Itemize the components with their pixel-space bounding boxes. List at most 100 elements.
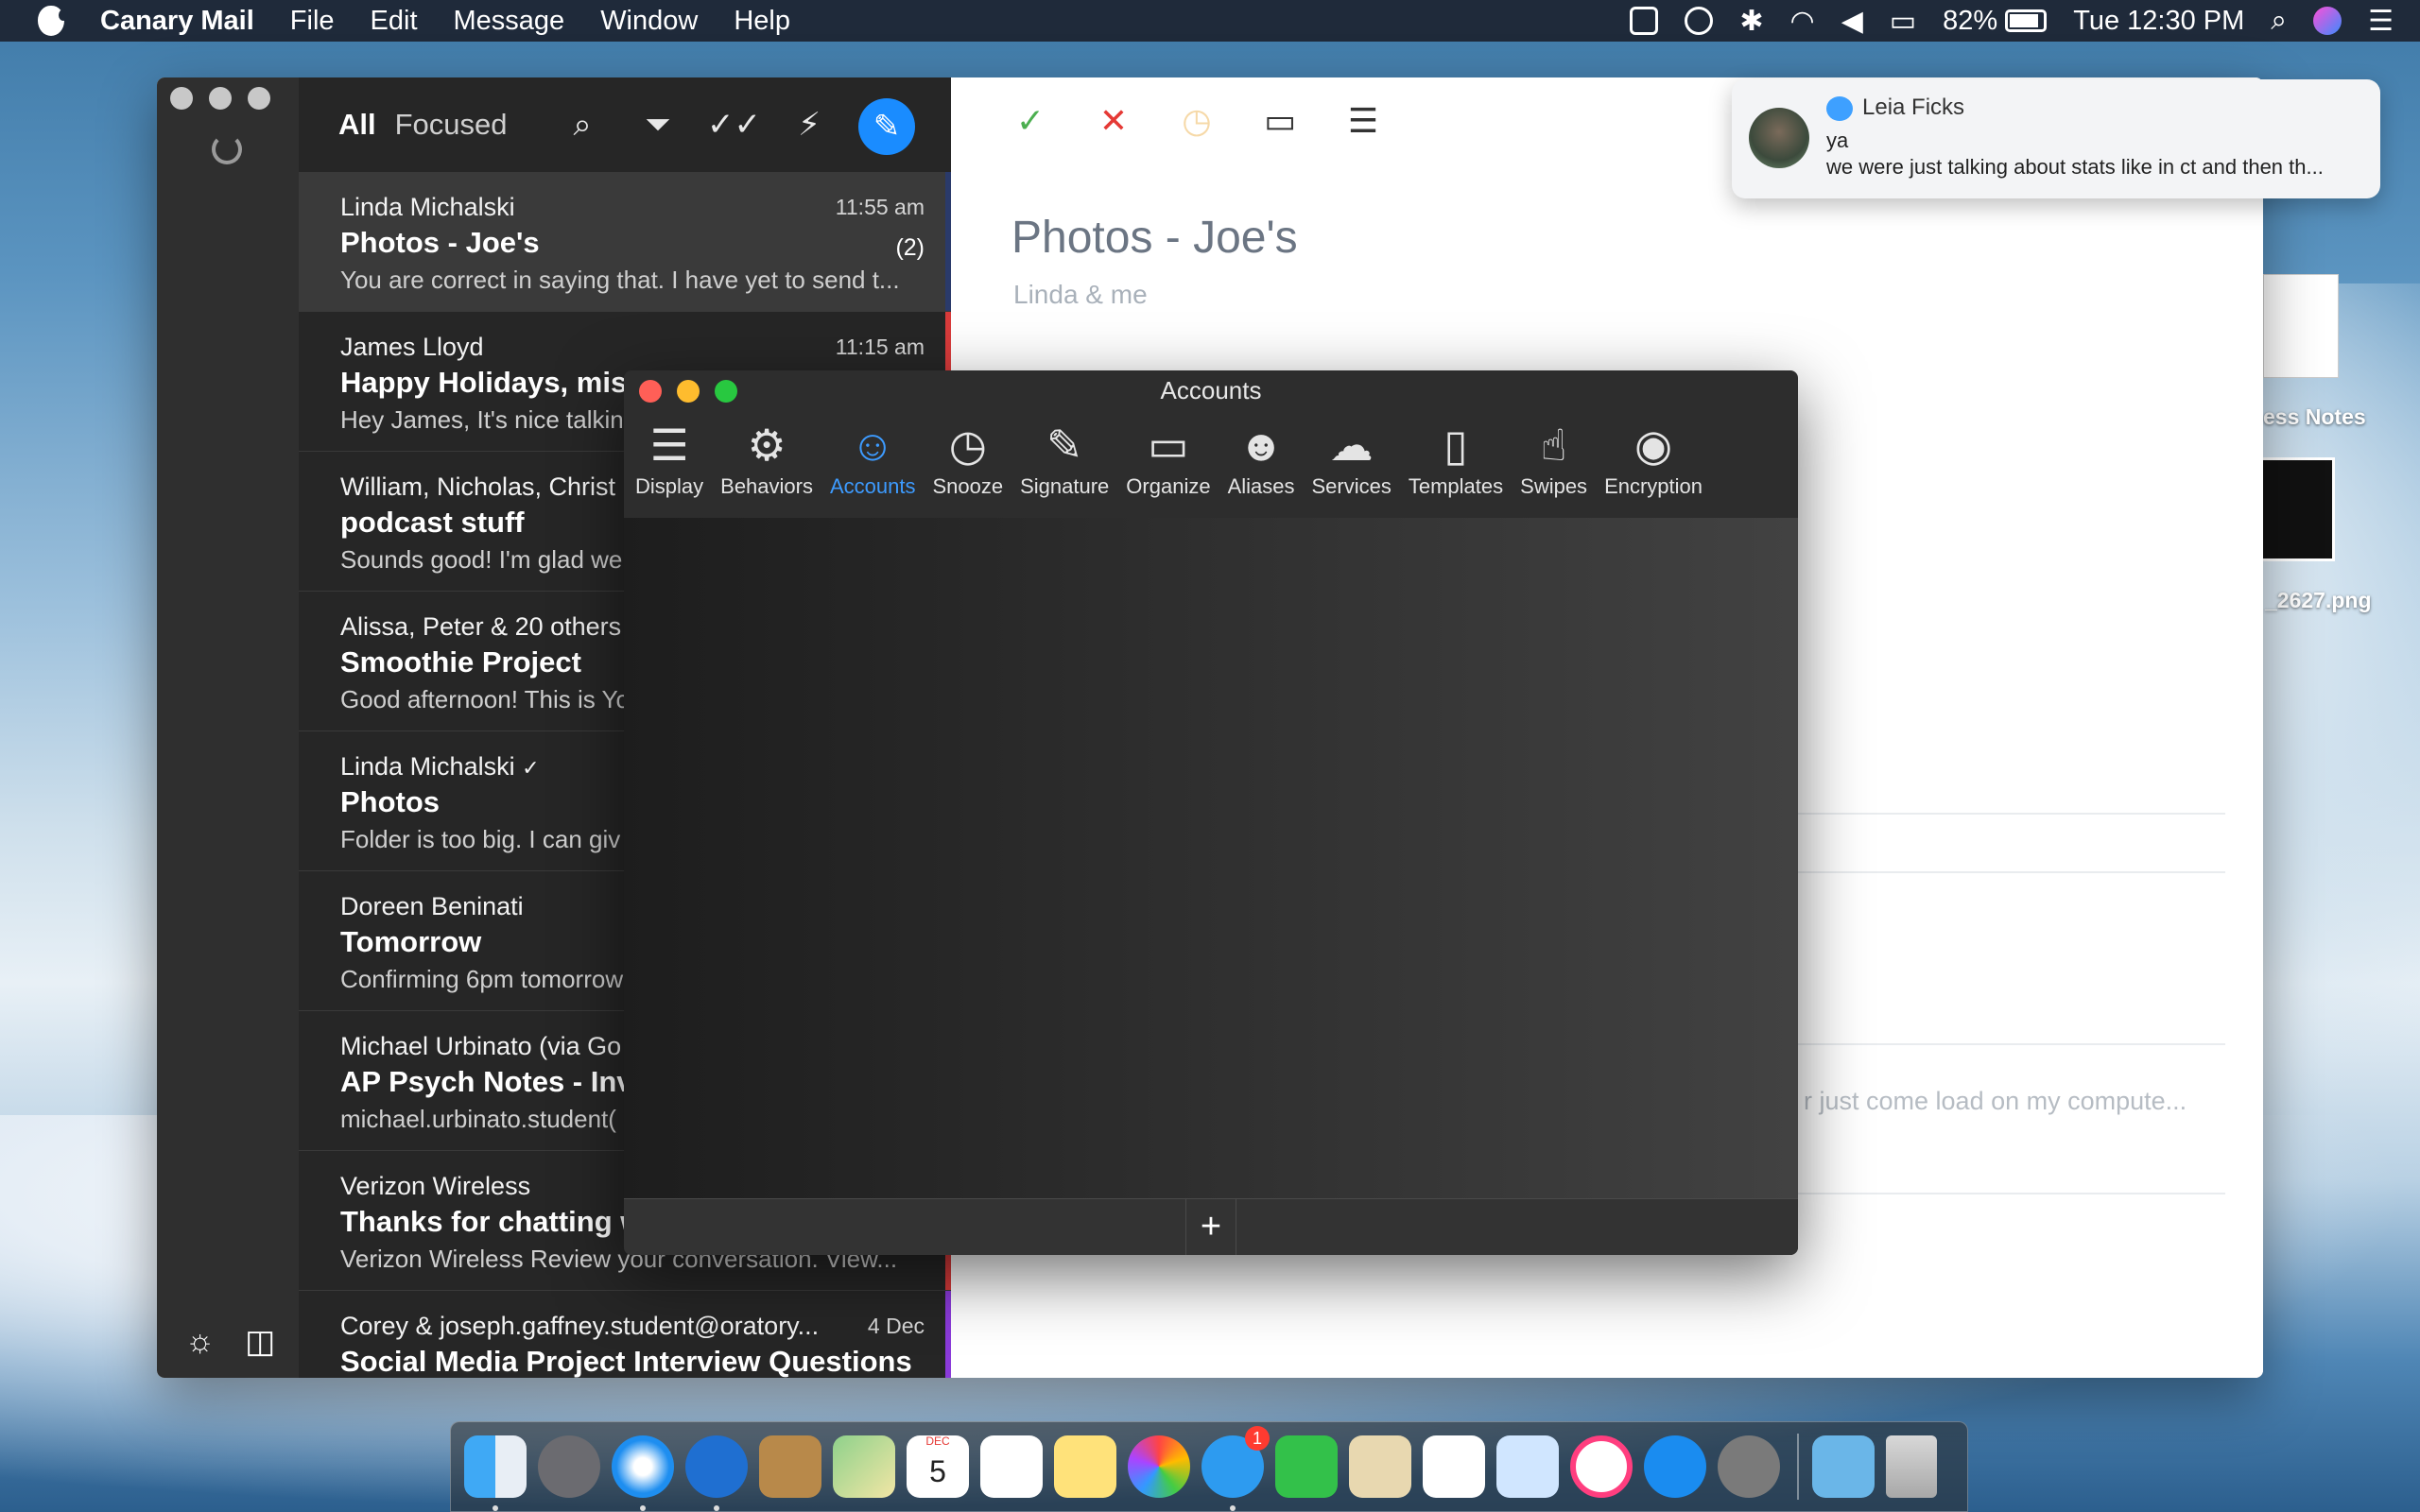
menu-file[interactable]: File: [290, 6, 335, 37]
loading-spinner-icon: [212, 134, 242, 164]
menu-message[interactable]: Message: [454, 6, 565, 37]
trash-icon[interactable]: [1886, 1435, 1937, 1498]
close-icon[interactable]: ✕: [1095, 102, 1132, 140]
messages-icon[interactable]: 1: [1201, 1426, 1270, 1511]
search-icon[interactable]: ⌕: [556, 98, 609, 151]
message-subject: Photos - Joe's: [340, 226, 540, 259]
menu-edit[interactable]: Edit: [371, 6, 418, 37]
calendar-day: 5: [929, 1454, 946, 1488]
tab-snooze[interactable]: ◷ Snooze: [932, 416, 1003, 499]
sliders-icon: ☰: [649, 421, 689, 470]
maps-icon[interactable]: [833, 1435, 895, 1498]
tab-label: Aliases: [1227, 474, 1295, 498]
notification-sender: Leia Ficks: [1862, 94, 1965, 120]
tab-accounts[interactable]: ☺ Accounts: [830, 416, 916, 499]
tab-swipes[interactable]: ☝ Swipes: [1520, 416, 1587, 499]
tab-focused[interactable]: Focused: [395, 108, 508, 142]
tab-aliases[interactable]: ☻ Aliases: [1228, 416, 1295, 499]
folder-icon: ▭: [1148, 421, 1189, 470]
siri-icon[interactable]: [2313, 7, 2342, 35]
desktop-file-notes[interactable]: [2263, 274, 2339, 378]
tab-organize[interactable]: ▭ Organize: [1126, 416, 1210, 499]
apple-icon[interactable]: [38, 6, 68, 36]
spotlight-icon[interactable]: ⌕: [2271, 5, 2287, 37]
list-item[interactable]: Linda Michalski 11:55 am Photos - Joe's …: [299, 172, 951, 312]
accounts-panel: [624, 518, 1798, 1198]
thread-count: (2): [895, 234, 925, 261]
magic-wand-icon[interactable]: ⚡: [783, 98, 836, 151]
pages-icon[interactable]: [1349, 1435, 1411, 1498]
tab-all[interactable]: All: [338, 108, 376, 142]
onepassword-icon[interactable]: [1685, 7, 1714, 35]
facetime-icon[interactable]: [1275, 1435, 1338, 1498]
photos-icon[interactable]: [1128, 1435, 1190, 1498]
desktop-file-png[interactable]: [2259, 457, 2335, 561]
message-time: 11:55 am: [835, 195, 925, 219]
compose-button[interactable]: ✎: [858, 98, 915, 155]
list-item[interactable]: Corey & joseph.gaffney.student@oratory..…: [299, 1291, 951, 1378]
downloads-folder-icon[interactable]: [1812, 1435, 1875, 1498]
tab-behaviors[interactable]: ⚙ Behaviors: [720, 416, 813, 499]
swipe-hand-icon: ☝: [1540, 421, 1567, 470]
document-icon: [2263, 274, 2339, 378]
numbers-icon[interactable]: [1423, 1435, 1485, 1498]
zoom-button[interactable]: [248, 87, 270, 110]
running-indicator: [493, 1505, 498, 1511]
clock[interactable]: Tue 12:30 PM: [2073, 6, 2244, 37]
check-icon[interactable]: ✓: [1011, 102, 1049, 140]
battery-status[interactable]: 82%: [1943, 6, 2048, 37]
message-sender: James Lloyd: [340, 333, 484, 361]
folder-icon[interactable]: ▭: [1261, 102, 1299, 140]
layout-toggle-icon[interactable]: ◫: [245, 1323, 275, 1361]
contacts-icon[interactable]: [759, 1435, 821, 1498]
battery-icon: [2005, 9, 2048, 32]
menu-help[interactable]: Help: [734, 6, 790, 37]
airplay-icon[interactable]: ▭: [1890, 5, 1916, 38]
keynote-icon[interactable]: [1496, 1435, 1559, 1498]
system-preferences-icon[interactable]: [1718, 1435, 1780, 1498]
list-toolbar: ⌕ ⏷ ✓✓ ⚡ ✎: [556, 98, 915, 155]
add-account-button[interactable]: +: [1185, 1199, 1236, 1255]
notification-banner[interactable]: Leia Ficks ya we were just talking about…: [1732, 79, 2380, 198]
message-title: Photos - Joe's: [1011, 213, 1298, 263]
mark-all-read-icon[interactable]: ✓✓: [707, 98, 761, 151]
wifi-icon[interactable]: ◠: [1790, 5, 1815, 38]
notification-line-2: we were just talking about stats like in…: [1826, 155, 2324, 179]
dock-separator: [1797, 1434, 1799, 1500]
calendar-icon[interactable]: DEC 5: [907, 1435, 969, 1498]
running-indicator: [1230, 1505, 1236, 1511]
app-store-icon[interactable]: [1644, 1435, 1706, 1498]
notification-center-icon[interactable]: ☰: [2368, 5, 2394, 38]
magnet-icon[interactable]: [1630, 7, 1659, 35]
clock-icon: ◷: [948, 421, 987, 470]
message-participants: Linda & me: [1013, 280, 1148, 309]
brightness-icon[interactable]: ☼: [185, 1323, 215, 1361]
canary-mail-icon[interactable]: [685, 1435, 748, 1511]
tab-templates[interactable]: ▯ Templates: [1409, 416, 1503, 499]
tab-display[interactable]: ☰ Display: [635, 416, 703, 499]
menu-app-name[interactable]: Canary Mail: [100, 6, 254, 37]
launchpad-icon[interactable]: [538, 1435, 600, 1498]
desktop-label-notes: ess Notes: [2263, 404, 2366, 429]
tab-label: Behaviors: [720, 474, 813, 498]
snooze-clock-icon[interactable]: ◷: [1178, 102, 1216, 140]
tab-signature[interactable]: ✎ Signature: [1020, 416, 1109, 499]
menu-window[interactable]: Window: [600, 6, 698, 37]
itunes-icon[interactable]: [1570, 1435, 1633, 1498]
replied-check-icon: ✓: [522, 756, 540, 780]
finder-icon[interactable]: [464, 1435, 527, 1511]
notes-icon[interactable]: [1054, 1435, 1116, 1498]
volume-icon[interactable]: ◀: [1841, 5, 1863, 38]
tab-label: Services: [1311, 474, 1392, 498]
minimize-button[interactable]: [209, 87, 232, 110]
bluetooth-icon[interactable]: ✱: [1739, 5, 1763, 38]
tab-encryption[interactable]: ◉ Encryption: [1604, 416, 1703, 499]
menu-icon[interactable]: ☰: [1344, 102, 1382, 140]
reminders-icon[interactable]: [980, 1435, 1043, 1498]
tab-services[interactable]: ☁ Services: [1312, 416, 1392, 499]
tab-label: Organize: [1126, 474, 1211, 498]
safari-icon[interactable]: [612, 1435, 674, 1511]
filter-icon[interactable]: ⏷: [631, 98, 684, 151]
close-button[interactable]: [170, 87, 193, 110]
sender-name: Linda Michalski: [340, 752, 515, 781]
